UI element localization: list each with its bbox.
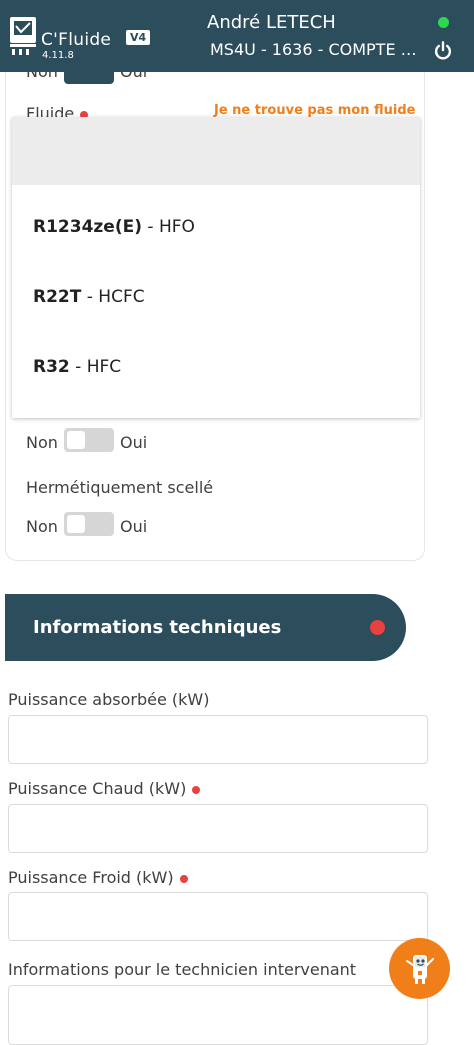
account-selector[interactable]: MS4U - 1636 - COMPTE TEST	[210, 40, 422, 59]
brand-name: C'Fluide	[41, 30, 112, 50]
field-label-informations-technicien: Informations pour le technicien interven…	[8, 960, 357, 979]
field-label-puissance-absorbee: Puissance absorbée (kW)	[8, 690, 210, 709]
fluide-dropdown: R1234ze(E) - HFO R22T - HCFC R32 - HFC	[12, 117, 420, 418]
fluide-option-label: R1234ze(E) - HFO	[33, 217, 195, 237]
fluide-not-found-link[interactable]: Je ne trouve pas mon fluide	[214, 103, 415, 118]
assistant-robot-icon	[406, 955, 434, 984]
toggle-off-label: Non	[26, 517, 58, 536]
required-indicator	[179, 874, 188, 883]
fluide-search-input[interactable]	[12, 117, 420, 185]
informations-technicien-textarea[interactable]	[8, 985, 428, 1045]
app-version: 4.11.8	[42, 50, 74, 61]
fluide-option[interactable]: R1234ze(E) - HFO	[12, 192, 420, 262]
fluide-option-label: R22T - HCFC	[33, 287, 145, 307]
puissance-froid-input[interactable]	[8, 892, 428, 941]
toggle-on-label: Oui	[120, 433, 148, 452]
middle-toggle[interactable]	[64, 428, 114, 452]
hermetic-toggle[interactable]	[64, 512, 114, 536]
puissance-absorbee-input[interactable]	[8, 715, 428, 764]
section-title: Informations techniques	[33, 617, 282, 638]
cfluide-logo-icon	[10, 17, 36, 55]
field-label-puissance-chaud: Puissance Chaud (kW)	[8, 779, 201, 798]
app-header: C'Fluide V4 4.11.8 André LETECH MS4U - 1…	[0, 0, 474, 72]
field-label-puissance-froid: Puissance Froid (kW)	[8, 868, 188, 887]
fluide-option-label: R32 - HFC	[33, 357, 122, 377]
toggle-on-label: Oui	[120, 517, 148, 536]
hermetic-label: Hermétiquement scellé	[26, 478, 214, 497]
fluide-option[interactable]: R22T - HCFC	[12, 262, 420, 332]
required-indicator	[192, 785, 201, 794]
online-status-indicator	[438, 17, 449, 28]
user-name: André LETECH	[207, 12, 336, 33]
version-badge: V4	[126, 30, 151, 45]
section-header-informations-techniques[interactable]: Informations techniques	[5, 594, 406, 661]
puissance-chaud-input[interactable]	[8, 804, 428, 853]
assistant-button[interactable]	[389, 938, 450, 999]
power-icon[interactable]	[432, 40, 454, 62]
fluide-option[interactable]: R32 - HFC	[12, 332, 420, 402]
toggle-off-label: Non	[26, 433, 58, 452]
required-indicator	[370, 620, 385, 635]
